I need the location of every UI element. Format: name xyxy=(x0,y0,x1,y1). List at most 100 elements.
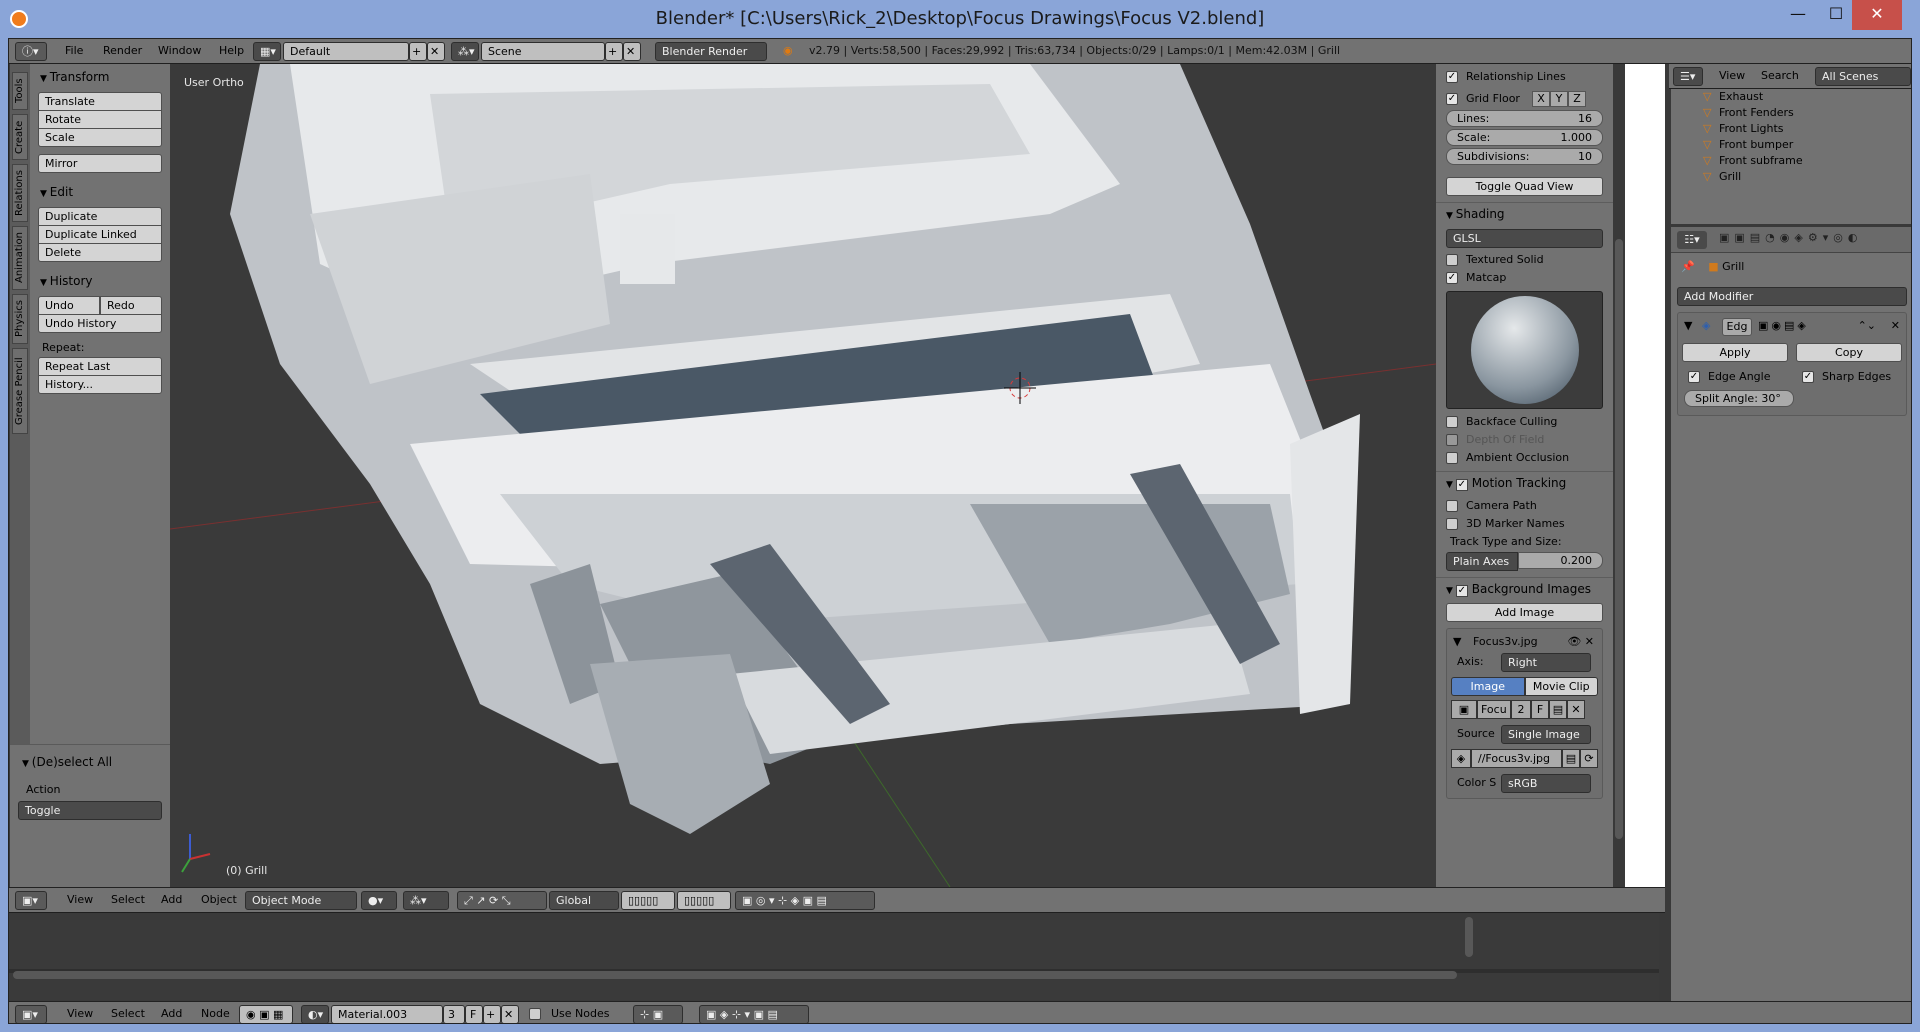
image-tab[interactable]: Image xyxy=(1451,677,1525,696)
node-menu-add[interactable]: Add xyxy=(155,1005,188,1023)
split-angle-field[interactable]: Split Angle: 30° xyxy=(1684,390,1794,407)
node-editor-type-icon[interactable]: ▣▾ xyxy=(15,1005,47,1023)
material-browse-icon[interactable]: ◐▾ xyxy=(301,1005,329,1023)
add-modifier-select[interactable]: Add Modifier xyxy=(1677,287,1907,306)
screen-layout-icon[interactable]: ▦▾ xyxy=(253,42,281,61)
3d-menu-add[interactable]: Add xyxy=(155,891,188,909)
motion-tracking-panel-title[interactable]: ✓Motion Tracking xyxy=(1436,471,1613,493)
close-button[interactable]: ✕ xyxy=(1852,0,1902,30)
scene-icon[interactable]: ⁂▾ xyxy=(451,42,479,61)
node-menu-view[interactable]: View xyxy=(61,1005,99,1023)
filepath-field[interactable]: //Focus3v.jpg xyxy=(1471,749,1562,768)
scale-field[interactable]: Scale: 1.000 xyxy=(1446,129,1603,146)
history-button[interactable]: History... xyxy=(38,375,162,394)
properties-editor-type-icon[interactable]: ☷▾ xyxy=(1677,231,1707,249)
screen-layout-field[interactable]: Default xyxy=(283,42,409,61)
outliner-item-front-subframe[interactable]: Front subframe xyxy=(1671,153,1911,169)
npanel-scrollbar[interactable] xyxy=(1615,239,1623,839)
mirror-button[interactable]: Mirror xyxy=(38,154,162,173)
textured-solid-checkbox[interactable]: Textured Solid xyxy=(1436,251,1613,269)
apply-button[interactable]: Apply xyxy=(1682,343,1788,362)
viewport-shading-icon[interactable]: ●▾ xyxy=(361,891,397,910)
matcap-checkbox[interactable]: ✓ Matcap xyxy=(1436,269,1613,287)
outliner-editor-type-icon[interactable]: ☰▾ xyxy=(1673,67,1703,86)
image-unlink-icon[interactable]: ✕ xyxy=(1567,700,1585,719)
shading-panel-title[interactable]: Shading xyxy=(1436,202,1613,224)
outliner-item-front-lights[interactable]: Front Lights xyxy=(1671,121,1911,137)
operator-panel-title[interactable]: (De)select All xyxy=(10,751,170,773)
layers-left-icon[interactable]: ▯▯▯▯▯ xyxy=(621,891,675,910)
3d-menu-select[interactable]: Select xyxy=(105,891,151,909)
node-snap-icons[interactable]: ▣ ◈ ⊹ ▾ ▣ ▤ xyxy=(699,1005,809,1023)
snapping-icons[interactable]: ▣ ◎ ▾ ⊹ ◈ ▣ ▤ xyxy=(735,891,875,910)
add-image-button[interactable]: Add Image xyxy=(1446,603,1603,622)
outliner-item-front-bumper[interactable]: Front bumper xyxy=(1671,137,1911,153)
redo-button[interactable]: Redo xyxy=(100,296,162,315)
delete-button[interactable]: Delete xyxy=(38,243,162,262)
timeline-scrollbar[interactable] xyxy=(13,971,1457,979)
repeat-last-button[interactable]: Repeat Last xyxy=(38,357,162,376)
toggle-quad-view-button[interactable]: Toggle Quad View xyxy=(1446,177,1603,196)
undo-history-button[interactable]: Undo History xyxy=(38,314,162,333)
node-menu-select[interactable]: Select xyxy=(105,1005,151,1023)
modifier-name-field[interactable]: Edg xyxy=(1722,318,1752,336)
matcap-preview[interactable] xyxy=(1446,291,1603,409)
axis-select[interactable]: Right xyxy=(1501,653,1591,672)
translate-button[interactable]: Translate xyxy=(38,92,162,111)
outliner-item-front-fenders[interactable]: Front Fenders xyxy=(1671,105,1911,121)
ambient-occlusion-checkbox[interactable]: Ambient Occlusion xyxy=(1436,449,1613,467)
timeline-vscrollbar[interactable] xyxy=(1465,917,1473,957)
duplicate-linked-button[interactable]: Duplicate Linked xyxy=(38,225,162,244)
lines-field[interactable]: Lines: 16 xyxy=(1446,110,1603,127)
remove-layout-icon[interactable]: ✕ xyxy=(427,42,445,61)
relationship-lines-checkbox[interactable]: ✓ Relationship Lines xyxy=(1436,68,1613,86)
color-space-select[interactable]: sRGB xyxy=(1501,774,1591,793)
outliner-item-grill[interactable]: Grill xyxy=(1671,169,1911,185)
manipulator-icons[interactable]: ⤢ ↗ ⟳ ⤡ xyxy=(457,891,547,910)
material-name-field[interactable]: Material.003 xyxy=(331,1005,443,1023)
undo-button[interactable]: Undo xyxy=(38,296,100,315)
node-tree-type-icons[interactable]: ◉ ▣ ▦ xyxy=(239,1005,293,1023)
rotate-button[interactable]: Rotate xyxy=(38,110,162,129)
axis-z-toggle[interactable]: Z xyxy=(1568,91,1586,107)
axis-x-toggle[interactable]: X xyxy=(1532,91,1550,107)
track-size-field[interactable]: 0.200 xyxy=(1518,552,1603,569)
depth-of-field-checkbox[interactable]: Depth Of Field xyxy=(1436,431,1613,449)
file-browse-icon[interactable]: ▤ xyxy=(1562,749,1580,768)
menu-help[interactable]: Help xyxy=(213,42,250,60)
grid-floor-checkbox[interactable]: ✓ Grid Floor X Y Z xyxy=(1436,90,1613,108)
editor-type-info-icon[interactable]: ⓘ▾ xyxy=(15,42,47,61)
modifier-remove-icon[interactable]: ✕ xyxy=(1891,319,1900,332)
render-engine-select[interactable]: Blender Render xyxy=(655,42,767,61)
add-layout-icon[interactable]: + xyxy=(409,42,427,61)
image-block-field[interactable]: Focu xyxy=(1477,700,1511,719)
sharp-edges-checkbox[interactable]: ✓ Sharp Edges xyxy=(1792,368,1906,386)
menu-window[interactable]: Window xyxy=(152,42,207,60)
image-users-field[interactable]: 2 xyxy=(1511,700,1531,719)
copy-button[interactable]: Copy xyxy=(1796,343,1902,362)
3d-viewport[interactable]: User Ortho (0) Grill xyxy=(170,64,1436,887)
3d-menu-object[interactable]: Object xyxy=(195,891,243,909)
3d-menu-view[interactable]: View xyxy=(61,891,99,909)
bg-image-header[interactable]: ▼ Focus3v.jpg 👁 ✕ xyxy=(1447,633,1602,651)
outliner-menu-view[interactable]: View xyxy=(1713,67,1751,85)
outliner-item-exhaust[interactable]: Exhaust xyxy=(1671,89,1911,105)
camera-path-checkbox[interactable]: Camera Path xyxy=(1436,497,1613,515)
material-add-icon[interactable]: + xyxy=(483,1005,501,1023)
3d-marker-names-checkbox[interactable]: 3D Marker Names xyxy=(1436,515,1613,533)
backface-culling-checkbox[interactable]: Backface Culling xyxy=(1436,413,1613,431)
outliner-menu-search[interactable]: Search xyxy=(1755,67,1805,85)
use-nodes-checkbox[interactable] xyxy=(529,1008,541,1020)
outliner-display-select[interactable]: All Scenes xyxy=(1815,67,1911,86)
source-select[interactable]: Single Image xyxy=(1501,725,1591,744)
modifier-visibility-icons[interactable]: ▣◉▤◈ xyxy=(1758,319,1809,332)
scale-button[interactable]: Scale xyxy=(38,128,162,147)
material-fake-user-toggle[interactable]: F xyxy=(465,1005,483,1023)
action-select[interactable]: Toggle xyxy=(18,801,162,820)
pivot-icon[interactable]: ⁂▾ xyxy=(403,891,449,910)
edit-panel-title[interactable]: Edit xyxy=(30,181,170,203)
duplicate-button[interactable]: Duplicate xyxy=(38,207,162,226)
properties-tabs-icon[interactable]: ▣▣▤◔◉◈⚙▾◎◐ xyxy=(1719,231,1862,244)
reload-icon[interactable]: ⟳ xyxy=(1580,749,1598,768)
3d-view-editor-type-icon[interactable]: ▣▾ xyxy=(15,891,47,910)
